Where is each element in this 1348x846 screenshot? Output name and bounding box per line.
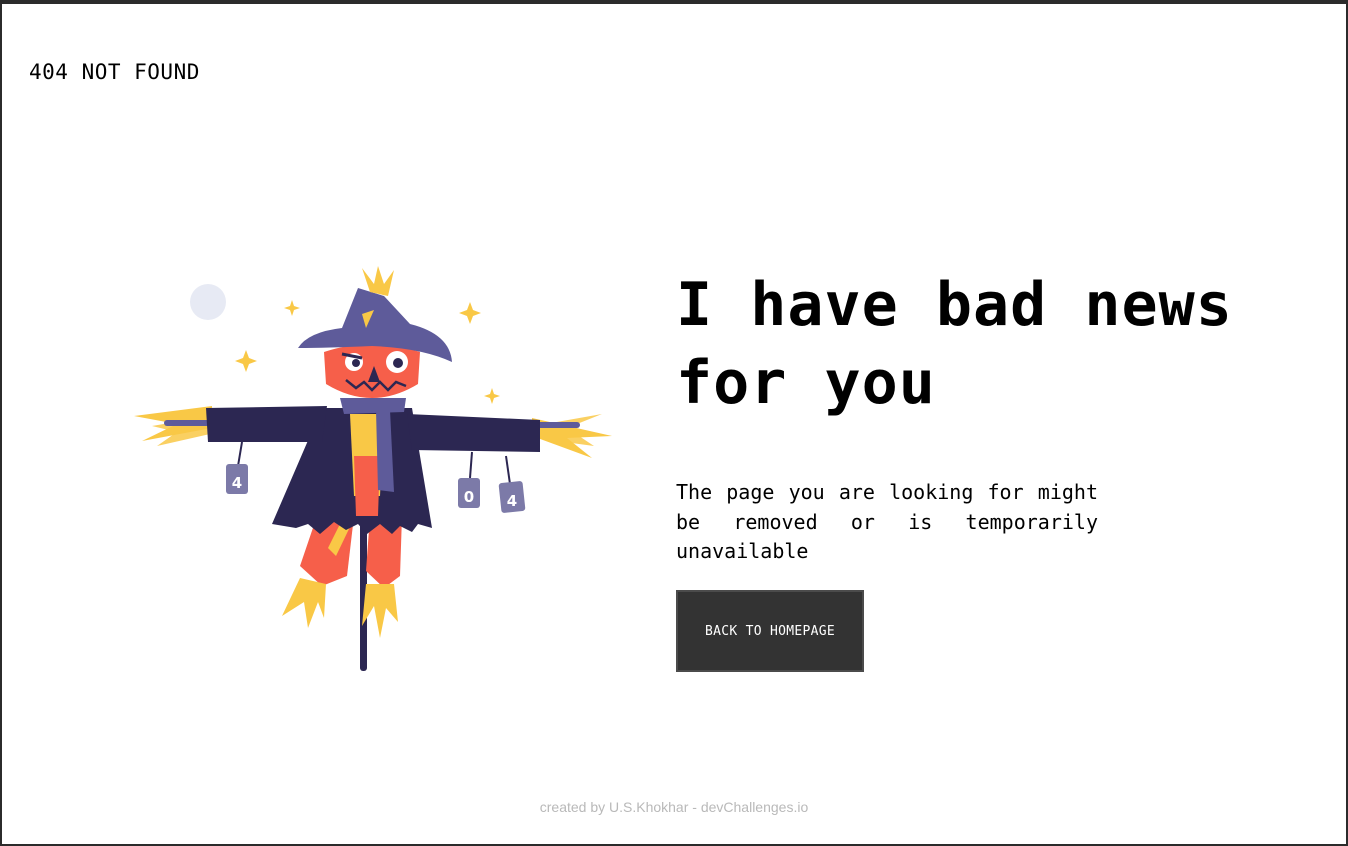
can-label: 4 [507,492,517,510]
can-label: 0 [464,488,474,506]
footer-credit: created by U.S.Khokhar - devChallenges.i… [539,799,809,815]
scarecrow-illustration: 4 0 4 [122,266,622,676]
site-logo-text: 404 NOT FOUND [29,60,200,84]
error-message: The page you are looking for might be re… [676,480,1098,563]
back-to-homepage-button[interactable]: BACK TO HOMEPAGE [676,590,864,672]
moon-shape [190,284,226,320]
error-headline: I have bad news for you [676,270,1233,418]
can-label: 4 [232,474,242,492]
